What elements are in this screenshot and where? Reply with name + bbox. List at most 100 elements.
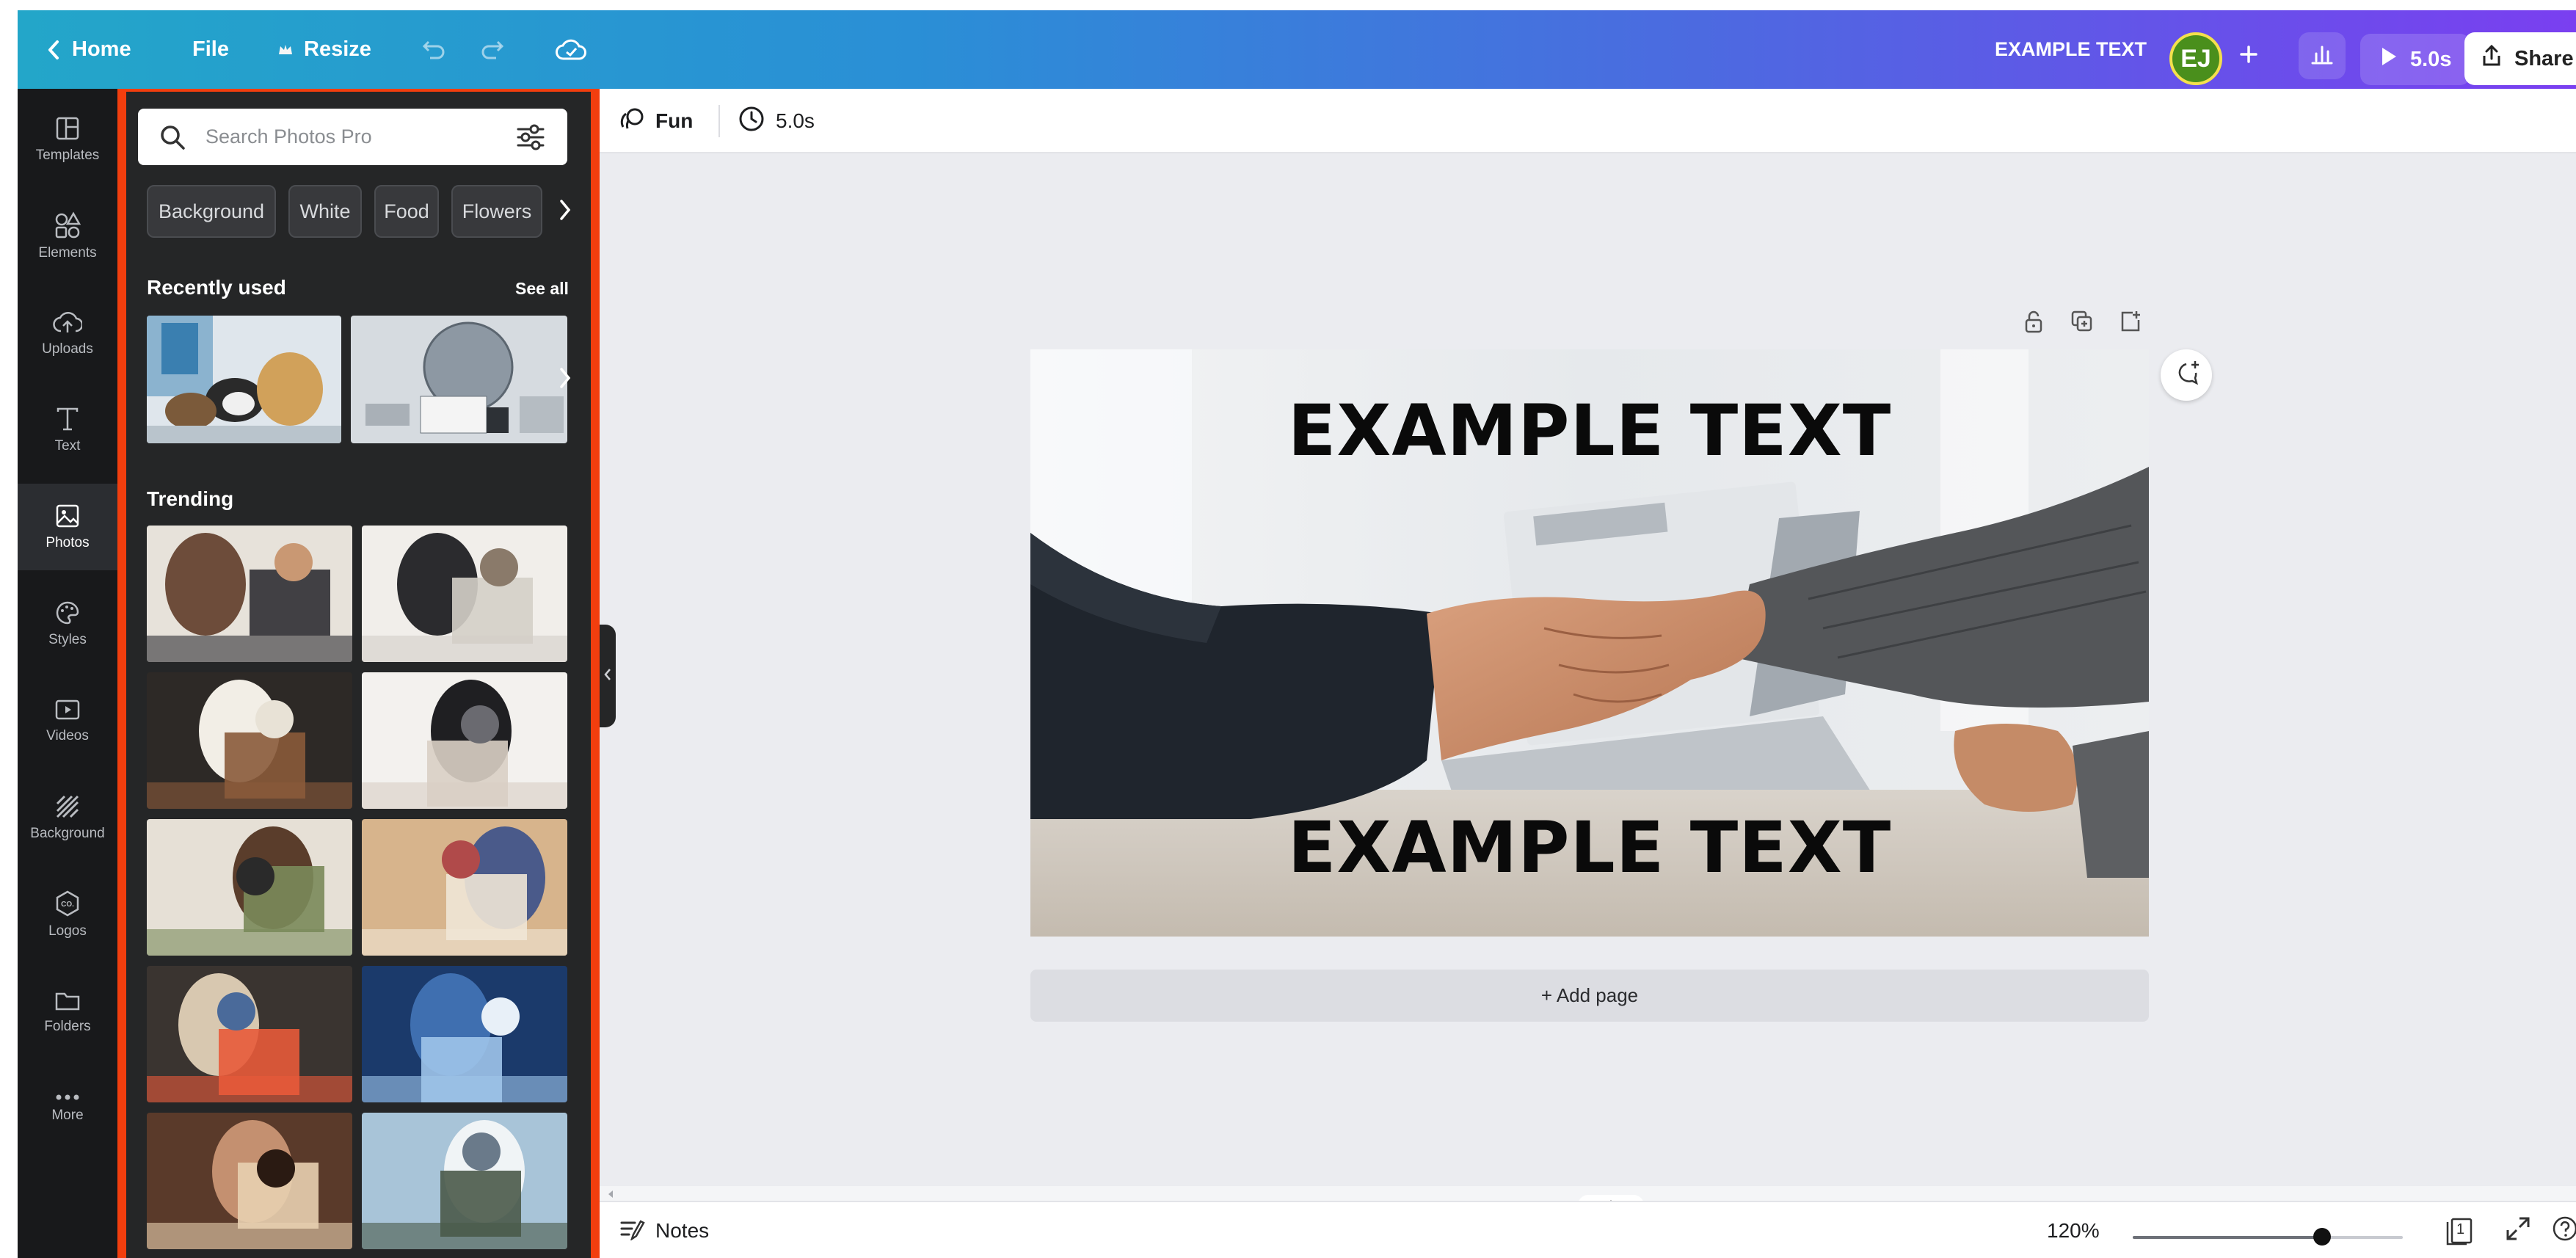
add-page-button-top[interactable] bbox=[2116, 308, 2145, 338]
add-page-button[interactable]: + Add page bbox=[1030, 970, 2149, 1022]
rail-item-label: Videos bbox=[46, 728, 89, 743]
rail-item-label: Logos bbox=[48, 923, 87, 939]
trending-photo[interactable] bbox=[362, 672, 567, 809]
filter-icon[interactable] bbox=[515, 122, 546, 156]
trending-photo[interactable] bbox=[362, 819, 567, 956]
animate-icon bbox=[619, 106, 645, 137]
trending-photo[interactable] bbox=[147, 966, 352, 1102]
lock-page-button[interactable] bbox=[2019, 308, 2048, 338]
rail-item-text[interactable]: Text bbox=[18, 387, 117, 473]
redo-button[interactable] bbox=[480, 10, 508, 89]
styles-icon bbox=[54, 600, 81, 626]
cloud-save-button[interactable] bbox=[555, 10, 587, 89]
comment-add-icon bbox=[2172, 359, 2201, 392]
chip-flowers[interactable]: Flowers bbox=[451, 185, 542, 238]
crown-icon bbox=[277, 43, 294, 57]
rail-item-label: Elements bbox=[38, 245, 97, 261]
share-label: Share bbox=[2514, 46, 2574, 70]
home-button[interactable]: Home bbox=[46, 10, 131, 89]
search-input[interactable] bbox=[205, 109, 499, 165]
chip-label: Flowers bbox=[462, 200, 532, 222]
trending-photo[interactable] bbox=[362, 966, 567, 1102]
unlock-icon bbox=[2022, 309, 2045, 338]
folders-icon bbox=[54, 988, 81, 1013]
redo-icon bbox=[480, 39, 508, 61]
zoom-percent[interactable]: 120% bbox=[2047, 1202, 2100, 1258]
chip-food[interactable]: Food bbox=[374, 185, 439, 238]
rail-item-label: Text bbox=[54, 438, 81, 454]
rail-item-uploads[interactable]: Uploads bbox=[18, 290, 117, 377]
avatar[interactable]: EJ bbox=[2169, 32, 2222, 85]
animation-button[interactable]: Fun bbox=[619, 89, 693, 153]
avatar-initials: EJ bbox=[2180, 44, 2211, 73]
search-box[interactable] bbox=[138, 109, 567, 165]
uploads-icon bbox=[53, 309, 82, 335]
trending-title: Trending bbox=[147, 487, 234, 510]
recent-next-button[interactable] bbox=[550, 365, 580, 394]
rail-item-elements[interactable]: Elements bbox=[18, 193, 117, 280]
clock-icon bbox=[738, 105, 765, 138]
zoom-slider-fill bbox=[2133, 1236, 2322, 1239]
insights-button[interactable] bbox=[2299, 32, 2346, 79]
add-collaborator-button[interactable] bbox=[2225, 32, 2272, 79]
rail-item-label: Photos bbox=[46, 535, 90, 550]
duration-button[interactable]: 5.0s bbox=[738, 89, 815, 153]
rail-item-label: Styles bbox=[48, 632, 87, 647]
trending-photo[interactable] bbox=[362, 526, 567, 662]
design-title[interactable]: EXAMPLE TEXT bbox=[1995, 10, 2147, 89]
trending-photo[interactable] bbox=[147, 526, 352, 662]
rail-item-videos[interactable]: Videos bbox=[18, 677, 117, 764]
collapse-panel-handle[interactable] bbox=[600, 625, 616, 727]
chip-background[interactable]: Background bbox=[147, 185, 276, 238]
resize-button[interactable]: Resize bbox=[277, 10, 371, 89]
pages-icon: 1 bbox=[2445, 1216, 2474, 1246]
play-icon bbox=[2379, 46, 2398, 73]
rail-item-folders[interactable]: Folders bbox=[18, 968, 117, 1055]
trending-photo[interactable] bbox=[147, 672, 352, 809]
add-page-label: + Add page bbox=[1540, 984, 1639, 1006]
rail-item-templates[interactable]: Templates bbox=[18, 96, 117, 183]
logos-icon: CO. bbox=[54, 890, 81, 917]
bottom-bar: Notes 120% 1 bbox=[600, 1201, 2576, 1258]
duplicate-icon bbox=[2070, 309, 2095, 338]
rail-item-logos[interactable]: CO. Logos bbox=[18, 871, 117, 958]
design-title-text: EXAMPLE TEXT bbox=[1995, 38, 2147, 60]
recent-photo-logistics[interactable] bbox=[351, 316, 567, 443]
help-button[interactable] bbox=[2552, 1202, 2576, 1258]
chevron-right-icon bbox=[558, 198, 572, 225]
zoom-slider-track[interactable] bbox=[2133, 1236, 2403, 1239]
duplicate-page-button[interactable] bbox=[2067, 308, 2097, 338]
present-button[interactable]: 5.0s bbox=[2360, 34, 2471, 85]
undo-icon bbox=[418, 39, 446, 61]
headline-bottom[interactable]: EXAMPLE TEXT bbox=[1030, 807, 2149, 889]
plus-icon bbox=[2238, 44, 2259, 68]
more-icon bbox=[54, 1093, 81, 1102]
chips-next-button[interactable] bbox=[550, 197, 580, 226]
text-icon bbox=[55, 406, 80, 432]
expand-icon bbox=[2505, 1215, 2531, 1247]
comment-button[interactable] bbox=[2161, 349, 2212, 401]
undo-button[interactable] bbox=[418, 10, 446, 89]
rail-item-styles[interactable]: Styles bbox=[18, 581, 117, 667]
rail-item-photos[interactable]: Photos bbox=[18, 484, 117, 570]
videos-icon bbox=[54, 697, 81, 722]
add-page-icon bbox=[2118, 309, 2143, 338]
trending-photo[interactable] bbox=[147, 819, 352, 956]
zoom-slider-handle[interactable] bbox=[2313, 1228, 2331, 1246]
headline-top[interactable]: EXAMPLE TEXT bbox=[1030, 390, 2149, 472]
trending-photo[interactable] bbox=[362, 1113, 567, 1249]
notes-button[interactable]: Notes bbox=[619, 1202, 709, 1258]
rail-item-more[interactable]: More bbox=[18, 1065, 117, 1152]
pages-button[interactable]: 1 bbox=[2445, 1202, 2474, 1258]
file-menu-button[interactable]: File bbox=[192, 10, 229, 89]
see-all-link[interactable]: See all bbox=[515, 279, 569, 299]
design-page[interactable]: EXAMPLE TEXT EXAMPLE TEXT bbox=[1030, 349, 2149, 937]
duration-label: 5.0s bbox=[776, 109, 815, 132]
chip-white[interactable]: White bbox=[288, 185, 362, 238]
recent-photo-pets[interactable] bbox=[147, 316, 341, 443]
rail-item-background[interactable]: Background bbox=[18, 774, 117, 861]
share-button[interactable]: Share bbox=[2464, 32, 2576, 85]
home-label: Home bbox=[72, 37, 131, 61]
trending-photo[interactable] bbox=[147, 1113, 352, 1249]
fullscreen-button[interactable] bbox=[2505, 1202, 2531, 1258]
